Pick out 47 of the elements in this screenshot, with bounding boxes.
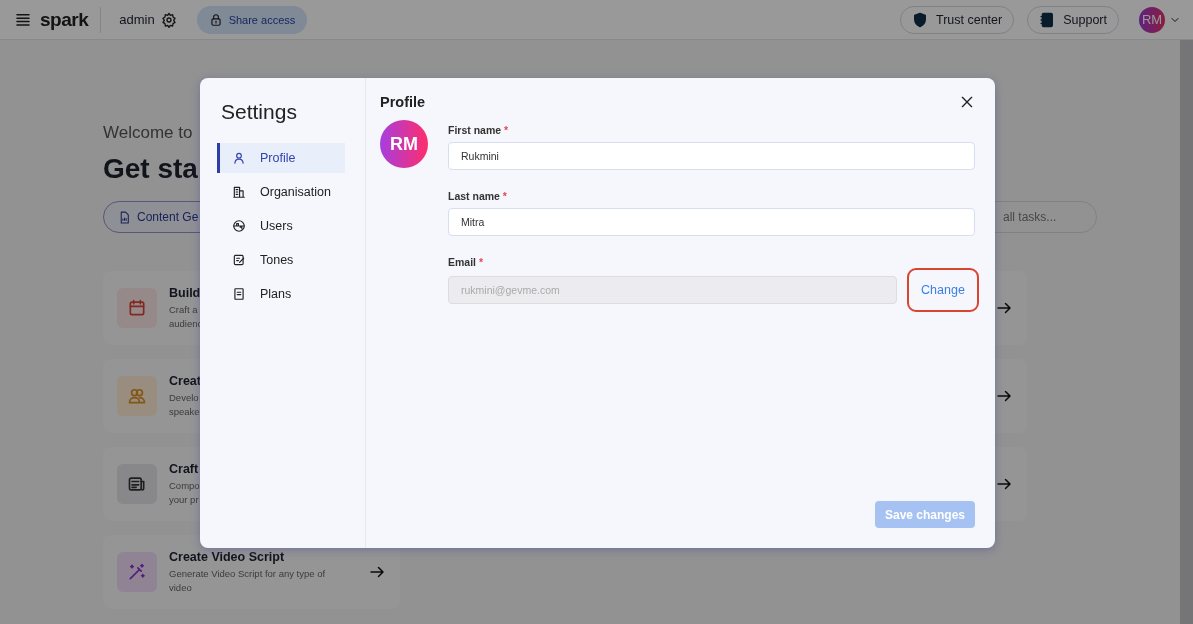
shield-icon: [912, 11, 928, 28]
scrollbar-track[interactable]: [1180, 40, 1193, 624]
section-title: Profile: [380, 94, 426, 110]
brand-logo: spark: [40, 8, 89, 31]
globe-icon: [232, 219, 246, 233]
card-title: Build: [169, 285, 202, 300]
nav-item[interactable]: Profile: [217, 143, 345, 173]
input-field[interactable]: Mitra: [448, 208, 975, 236]
nav-item[interactable]: Plans: [217, 279, 345, 309]
lock-icon: [208, 12, 223, 27]
calendar-icon: [127, 298, 147, 318]
nav-item[interactable]: Tones: [217, 245, 345, 275]
field-label: Last name *: [448, 190, 508, 202]
people-icon: [127, 386, 147, 406]
welcome-text: Welcome to: [103, 123, 193, 143]
required-mark: *: [504, 124, 509, 136]
card-title: Creat: [169, 373, 201, 388]
card-title: Create Video Script: [169, 549, 286, 564]
input-field[interactable]: Rukmini: [448, 142, 975, 170]
workspace-name: admin: [119, 12, 155, 27]
settings-icon: [160, 11, 177, 28]
person-icon: [232, 151, 246, 165]
required-mark: *: [502, 190, 507, 202]
card-description: Generate Video Script for any type of video: [169, 566, 326, 595]
trust-center-button[interactable]: Trust center: [900, 5, 1015, 34]
card-title: Craft: [169, 461, 200, 476]
magic-wand-icon: [127, 562, 147, 582]
edit-note-icon: [232, 253, 246, 267]
user-avatar[interactable]: RM: [1139, 6, 1165, 33]
building-icon: [232, 185, 246, 199]
support-button[interactable]: Support: [1027, 5, 1119, 34]
newspaper-icon: [127, 474, 147, 494]
field-label: First name *: [448, 124, 510, 136]
dialog-title: Settings: [221, 100, 298, 124]
card-description: Craft a audienc: [169, 302, 203, 331]
required-mark: *: [478, 256, 484, 268]
close-icon[interactable]: [959, 94, 975, 110]
share-access-button[interactable]: Share access: [196, 5, 308, 34]
card-description: Compo your pr: [169, 478, 200, 507]
document-icon: [232, 287, 246, 301]
change-button[interactable]: Change: [907, 268, 979, 312]
profile-avatar: RM: [380, 120, 428, 168]
field-label: Email *: [448, 256, 485, 268]
file-icon: [118, 210, 131, 224]
card-description: Develo speake: [169, 390, 201, 419]
notebook-icon: [1039, 11, 1056, 28]
page-heading: Get sta: [103, 152, 198, 186]
